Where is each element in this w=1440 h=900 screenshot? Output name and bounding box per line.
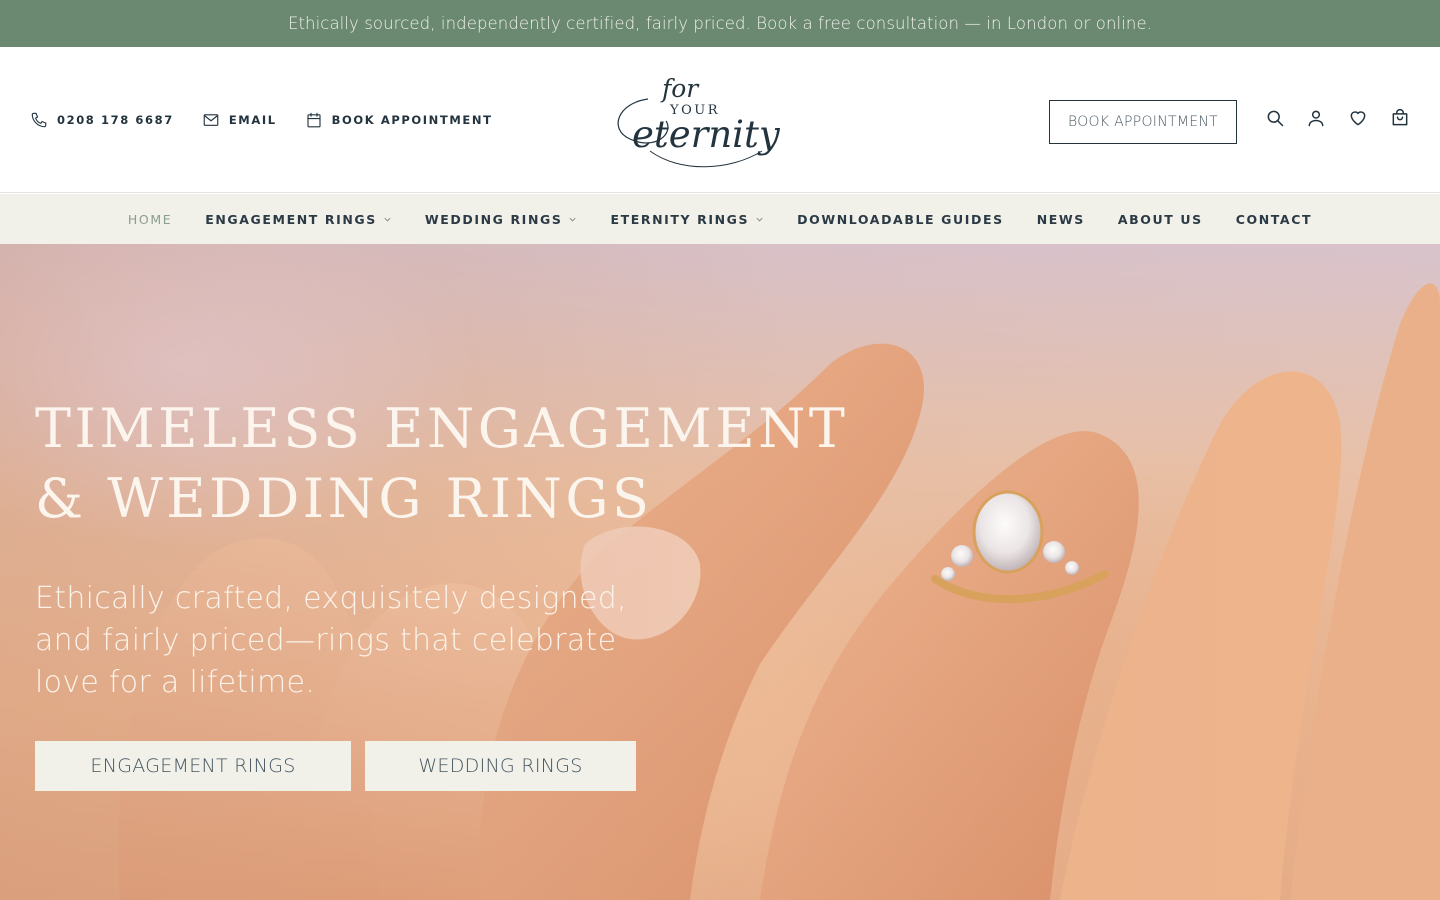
nav-label: WEDDING RINGS: [424, 211, 563, 227]
hero-engagement-rings-button[interactable]: ENGAGEMENT RINGS: [35, 741, 351, 791]
account-button[interactable]: [1305, 107, 1327, 129]
email-label: EMAIL: [228, 113, 277, 127]
calendar-icon: [307, 112, 321, 128]
account-icon: [1308, 110, 1324, 127]
book-appointment-link[interactable]: BOOK APPOINTMENT: [305, 111, 493, 129]
nav-item-news[interactable]: NEWS: [1020, 194, 1101, 244]
site-logo[interactable]: for YOUR eternity: [610, 67, 780, 173]
hero-subtitle-line: Ethically crafted, exquisitely designed,: [35, 581, 627, 616]
cart-button[interactable]: [1389, 107, 1411, 129]
hero-title-line: & WEDDING RINGS: [35, 467, 653, 530]
announcement-text: Ethically sourced, independently certifi…: [287, 14, 1153, 33]
for-your-eternity-logo: for YOUR eternity: [617, 74, 780, 168]
header-contacts: 0208 178 6687 EMAIL BOOK APPOINTMENT: [30, 47, 493, 193]
logo-word-for: for: [660, 74, 700, 103]
book-appointment-button[interactable]: BOOK APPOINTMENT: [1049, 100, 1237, 144]
nav-label: ETERNITY RINGS: [610, 211, 750, 227]
nav-label: HOME: [127, 211, 173, 227]
wishlist-heart-icon: [1350, 111, 1366, 126]
nav-item-about-us[interactable]: ABOUT US: [1101, 194, 1219, 244]
mail-icon: [203, 114, 219, 126]
chevron-down-icon: [756, 217, 763, 222]
announcement-bar: Ethically sourced, independently certifi…: [0, 0, 1440, 47]
email-link[interactable]: EMAIL: [202, 111, 277, 129]
hero-subtitle: Ethically crafted, exquisitely designed,…: [35, 578, 655, 704]
search-icon: [1267, 110, 1284, 127]
hero-title-line: TIMELESS ENGAGEMENT: [35, 397, 849, 460]
nav-label: ENGAGEMENT RINGS: [205, 211, 377, 227]
nav-item-engagement-rings[interactable]: ENGAGEMENT RINGS: [189, 194, 409, 244]
cart-bag-icon: [1392, 109, 1408, 126]
hero-wedding-rings-button[interactable]: WEDDING RINGS: [365, 741, 636, 791]
nav-label: DOWNLOADABLE GUIDES: [797, 211, 1004, 227]
nav-label: NEWS: [1036, 211, 1085, 227]
search-button[interactable]: [1264, 107, 1286, 129]
book-appointment-label: BOOK APPOINTMENT: [331, 113, 493, 127]
hero-subtitle-line: and fairly priced—rings that celebrate: [35, 623, 617, 658]
main-navigation: HOME ENGAGEMENT RINGS WEDDING RINGS ETER…: [0, 194, 1440, 244]
nav-label: CONTACT: [1235, 211, 1313, 227]
nav-label: ABOUT US: [1117, 211, 1203, 227]
wishlist-button[interactable]: [1347, 107, 1369, 129]
phone-label: 0208 178 6687: [57, 113, 174, 127]
logo-word-eternity: eternity: [632, 113, 780, 156]
site-header: 0208 178 6687 EMAIL BOOK APPOINTMENT for…: [0, 47, 1440, 193]
nav-item-eternity-rings[interactable]: ETERNITY RINGS: [594, 194, 781, 244]
hero-photo-hands-with-ring: [0, 244, 1440, 900]
hero-subtitle-line: love for a lifetime.: [35, 665, 316, 700]
phone-link[interactable]: 0208 178 6687: [30, 111, 174, 129]
nav-item-contact[interactable]: CONTACT: [1219, 194, 1328, 244]
hero-banner: TIMELESS ENGAGEMENT & WEDDING RINGS Ethi…: [0, 244, 1440, 900]
nav-item-home[interactable]: HOME: [111, 194, 188, 244]
phone-icon: [31, 112, 47, 128]
hero-title: TIMELESS ENGAGEMENT & WEDDING RINGS: [35, 394, 855, 534]
nav-item-downloadable-guides[interactable]: DOWNLOADABLE GUIDES: [781, 194, 1021, 244]
nav-item-wedding-rings[interactable]: WEDDING RINGS: [408, 194, 594, 244]
chevron-down-icon: [569, 217, 577, 222]
chevron-down-icon: [384, 217, 391, 222]
